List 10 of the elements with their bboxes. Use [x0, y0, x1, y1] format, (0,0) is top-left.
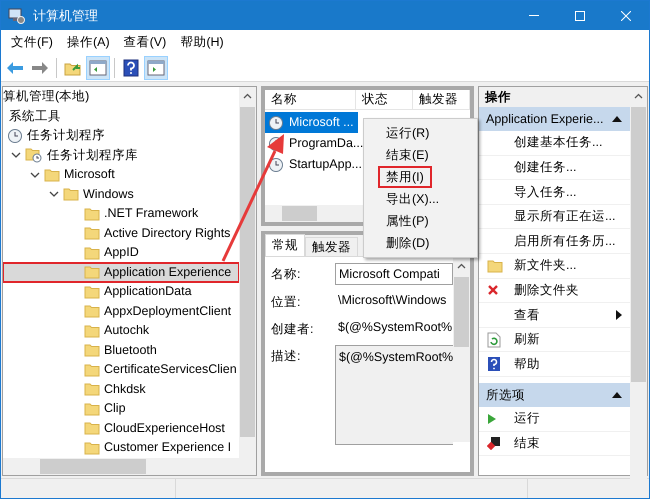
field-label: 描述: [271, 348, 302, 364]
field-label: 创建者: [271, 320, 314, 338]
field-label: 位置: [271, 294, 302, 311]
section-title: 所选项 [486, 386, 525, 404]
field-value: $(@%SystemRoot% [337, 318, 453, 336]
field-label: 名称: [271, 266, 302, 283]
actions-header: 操作 [479, 87, 630, 107]
field-value: \Microsoft\Windows [337, 292, 448, 309]
section-title: Application Experie... [486, 110, 604, 128]
window-title: 计算机管理 [33, 6, 98, 25]
